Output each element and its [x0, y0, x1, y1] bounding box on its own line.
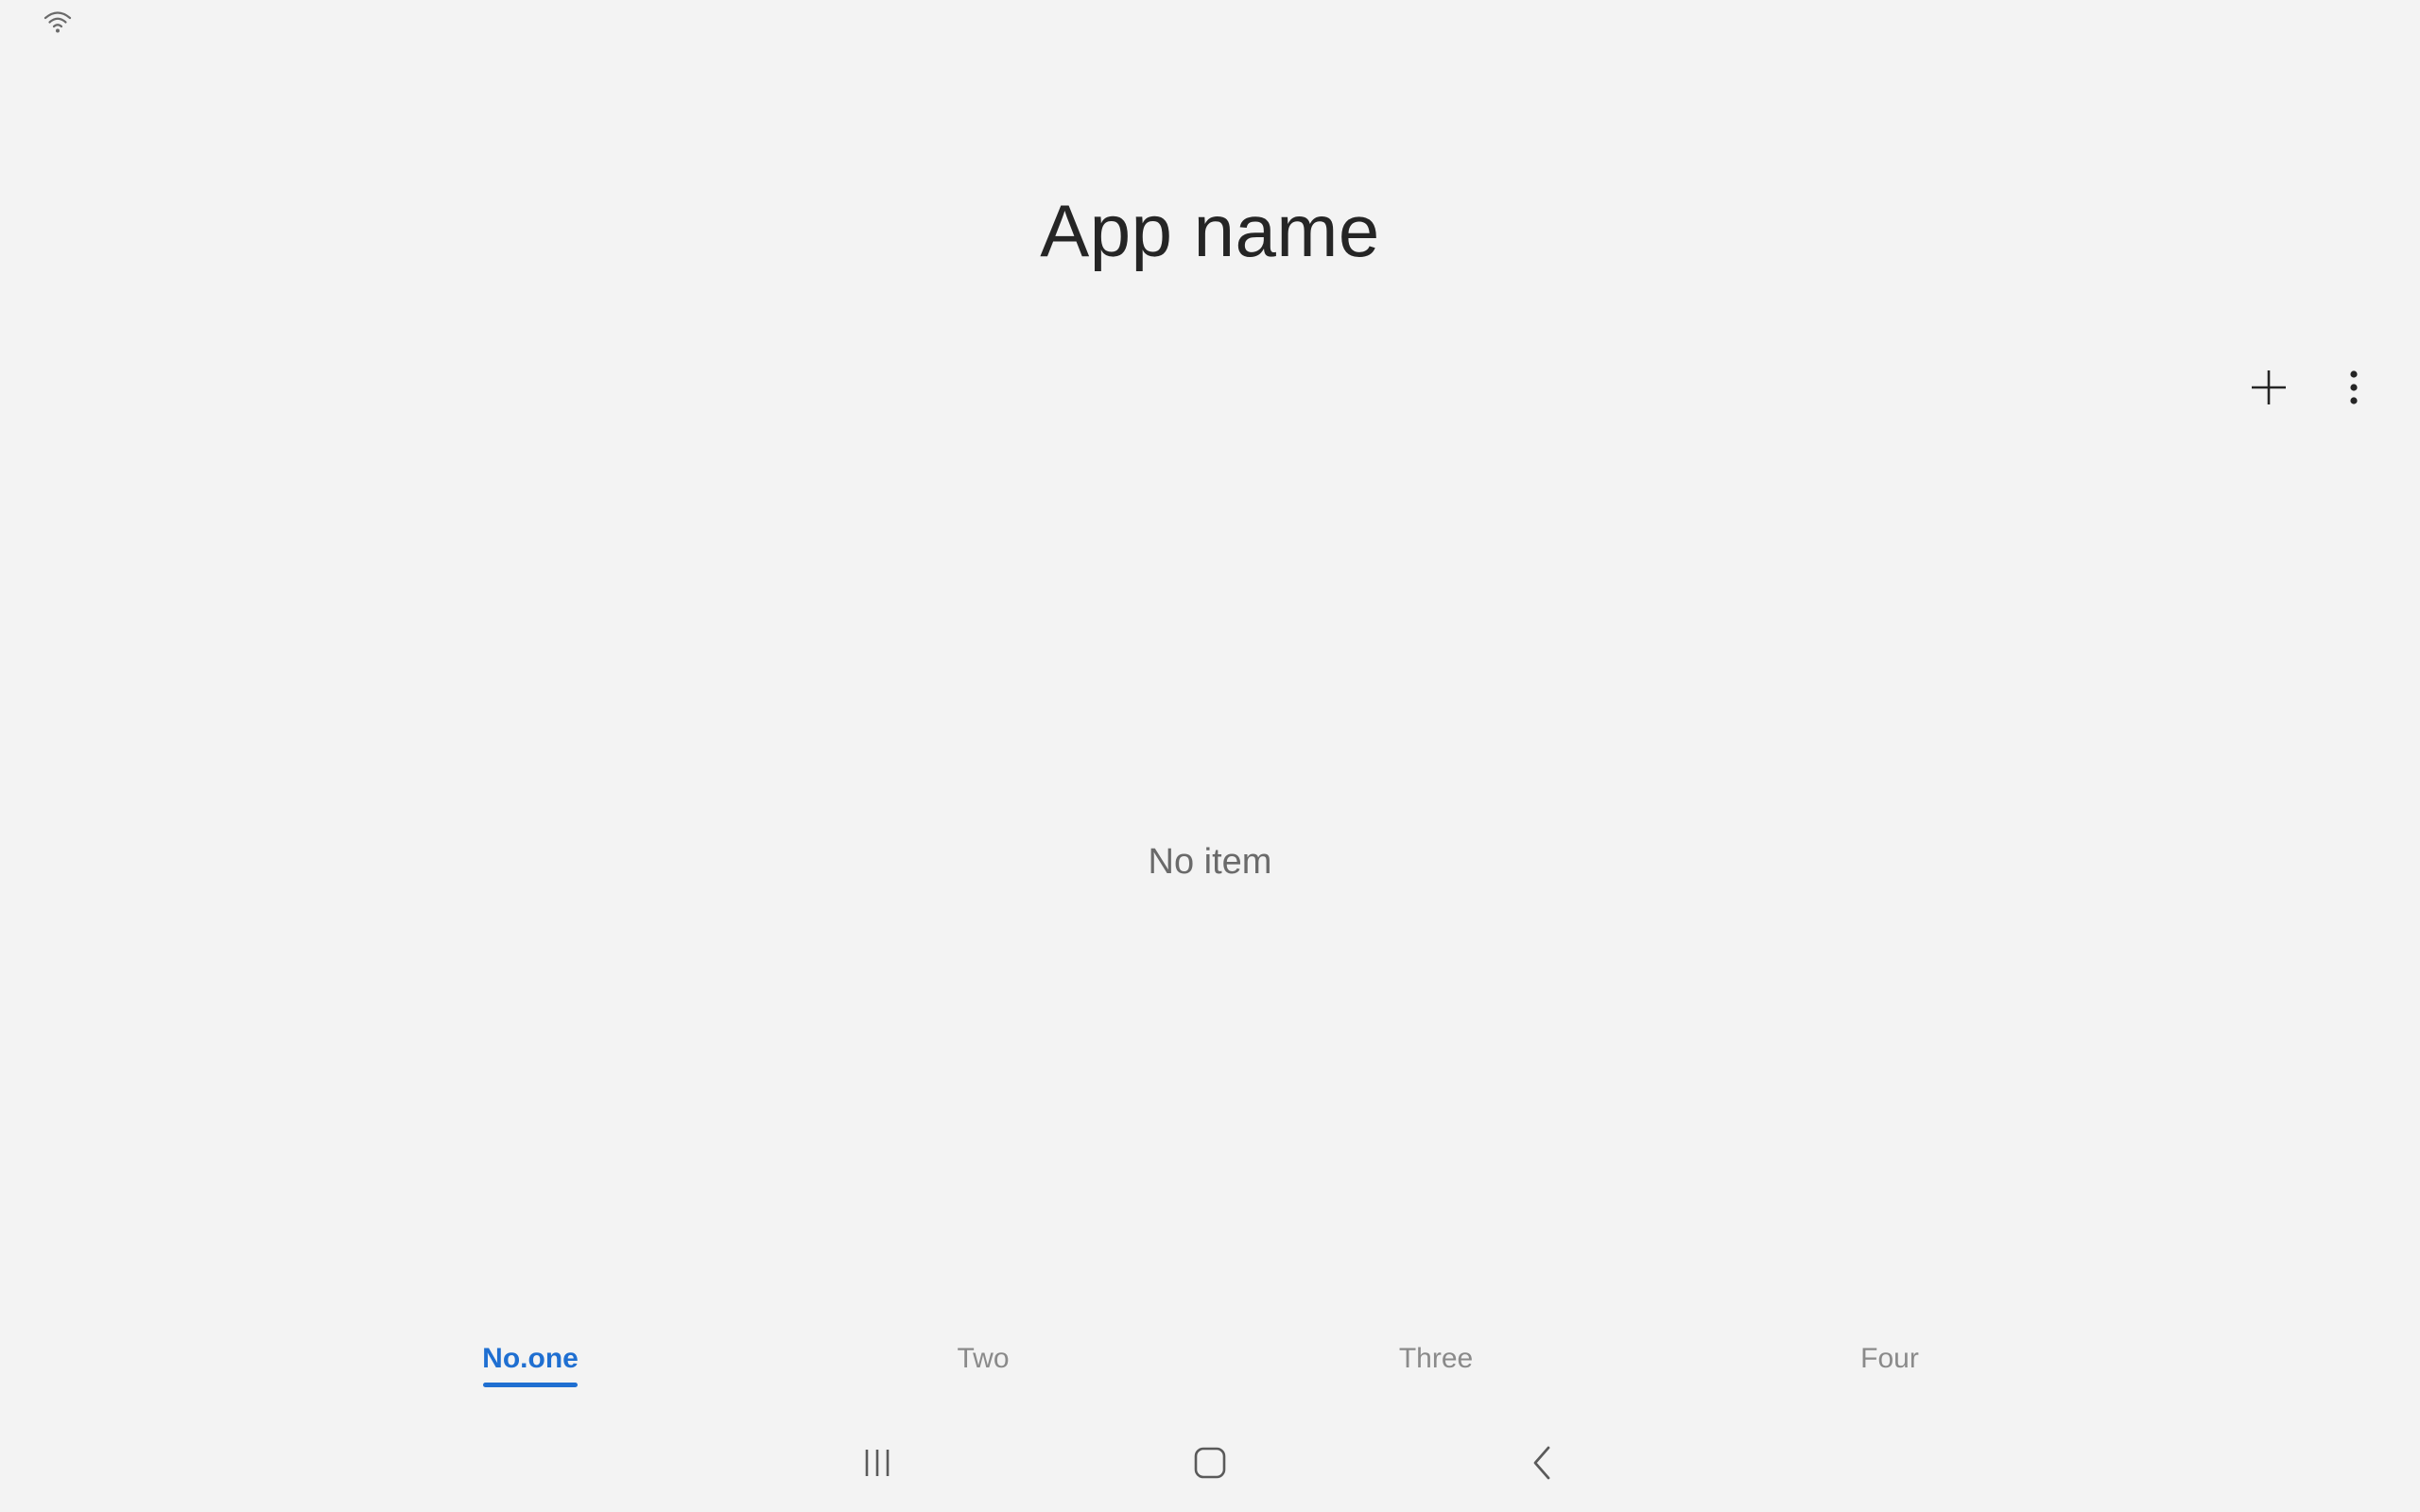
active-tab-indicator [483, 1383, 578, 1387]
home-icon [1194, 1447, 1226, 1484]
tab-four[interactable]: Four [1842, 1323, 1937, 1397]
plus-icon [2250, 369, 2288, 411]
back-button[interactable] [1504, 1427, 1580, 1503]
system-navigation-bar [0, 1427, 2420, 1503]
add-button[interactable] [2231, 352, 2307, 427]
tab-label: Two [957, 1343, 1010, 1374]
tab-label: Four [1860, 1343, 1919, 1374]
tab-two[interactable]: Two [936, 1323, 1030, 1397]
recents-icon [861, 1448, 893, 1483]
tab-no-one[interactable]: No.one [482, 1323, 579, 1397]
empty-state-text: No item [1148, 842, 1272, 882]
home-button[interactable] [1172, 1427, 1248, 1503]
page-title: App name [1040, 189, 1380, 272]
wifi-icon [43, 9, 72, 34]
toolbar [2231, 352, 2420, 427]
tab-three[interactable]: Three [1389, 1323, 1483, 1397]
app-screen: App name No item No.one Two Three Four [0, 0, 2420, 1512]
more-options-button[interactable] [2316, 352, 2392, 427]
back-icon [1530, 1446, 1553, 1485]
tab-label: Three [1398, 1343, 1474, 1374]
recents-button[interactable] [839, 1427, 915, 1503]
tab-bar: No.one Two Three Four [0, 1323, 2420, 1397]
status-bar [0, 0, 2420, 42]
more-vertical-icon [2348, 369, 2360, 411]
